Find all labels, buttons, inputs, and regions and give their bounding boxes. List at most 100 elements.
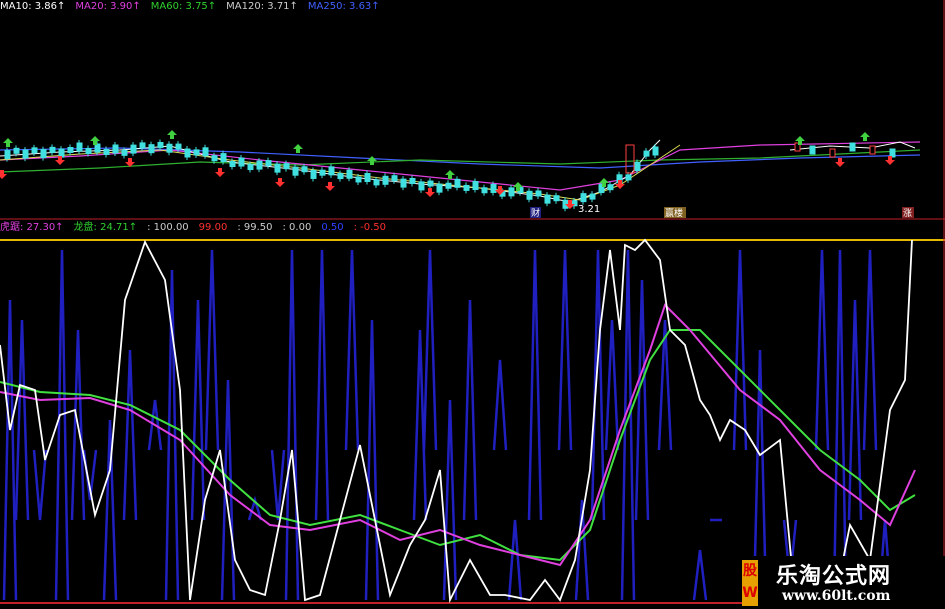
price-moving-averages — [0, 139, 921, 203]
candle-body — [553, 195, 560, 202]
candle-body — [13, 147, 20, 154]
blue-spike — [862, 249, 878, 451]
blue-spike — [732, 249, 748, 451]
candle-body — [238, 157, 245, 167]
candle-body — [526, 190, 533, 200]
candle-body — [829, 148, 836, 158]
blue-spike — [634, 279, 650, 521]
candle-body — [58, 148, 65, 158]
candle-body — [436, 183, 443, 193]
blue-spike — [364, 319, 380, 601]
candle-body — [382, 175, 389, 185]
candle-body — [310, 169, 317, 179]
blue-spike — [220, 379, 236, 601]
candle-body — [148, 144, 155, 154]
candle-body — [256, 160, 263, 170]
candle-body — [391, 175, 398, 182]
low-price-label: 3.21 — [578, 204, 600, 215]
down-arrow-icon — [325, 182, 335, 191]
candle-body — [355, 176, 362, 183]
candle-body — [589, 193, 596, 200]
up-arrow-icon — [367, 156, 377, 165]
candle-body — [265, 160, 272, 167]
blue-spike — [54, 249, 70, 601]
candle-body — [508, 187, 515, 197]
stock-chart[interactable]: 3.21 财 赢楼 涨 — [0, 0, 945, 609]
blue-spike — [284, 249, 300, 601]
blue-spike — [814, 249, 830, 451]
candle-body — [364, 173, 371, 182]
candle-body — [418, 181, 425, 191]
blue-spike — [492, 359, 508, 451]
candle-body — [211, 155, 218, 162]
candle-body — [454, 178, 461, 188]
candle-body — [31, 147, 38, 154]
blue-spike — [190, 299, 206, 521]
candle-body — [607, 184, 614, 191]
candle-body — [121, 149, 128, 156]
down-arrow-icon — [215, 168, 225, 177]
candle-body — [130, 144, 137, 154]
candle-body — [409, 178, 416, 184]
blue-spike — [590, 249, 606, 521]
marker-zhang: 涨 — [903, 208, 912, 219]
candle-body — [202, 147, 209, 157]
marker-ying: 赢楼 — [665, 207, 683, 219]
candle-body — [373, 179, 380, 186]
candle-body — [49, 146, 56, 153]
down-arrow-icon — [275, 178, 285, 187]
candle-body — [85, 148, 92, 154]
candle-body — [809, 145, 816, 155]
up-arrow-icon — [445, 170, 455, 179]
blue-spike — [847, 299, 863, 521]
candle-body — [427, 180, 434, 187]
blue-spike — [832, 249, 848, 601]
watermark-title: 乐淘公式网 — [776, 564, 892, 589]
blue-spike — [507, 519, 523, 601]
candle-body — [157, 141, 164, 148]
blue-spike — [2, 299, 18, 601]
blue-spike — [557, 249, 573, 451]
candle-body — [229, 161, 236, 167]
blue-spike — [314, 249, 330, 521]
blue-spike — [527, 249, 543, 521]
candle-body — [22, 149, 29, 159]
candle-body — [625, 144, 635, 174]
candle-body — [292, 166, 299, 176]
down-arrow-icon — [425, 188, 435, 197]
candle-body — [337, 173, 344, 180]
down-arrow-icon — [835, 158, 845, 167]
candle-body — [247, 164, 254, 171]
candle-body — [40, 149, 47, 159]
candle-body — [112, 144, 119, 154]
up-arrow-icon — [167, 130, 177, 139]
blue-spike — [344, 249, 360, 451]
indicator-legend: 虎踞: 27.30↑ 龙盘: 24.71↑: 100.00 99.00: 99.50… — [0, 221, 396, 235]
candle-body — [652, 146, 659, 156]
candle-body — [889, 148, 896, 158]
candle-body — [625, 174, 632, 181]
blue-spike — [620, 249, 636, 601]
blue-spike — [32, 449, 48, 521]
candle-body — [76, 142, 83, 152]
candle-body — [445, 182, 452, 189]
candle-body — [580, 193, 587, 203]
candle-body — [220, 153, 227, 163]
candle-body — [400, 178, 407, 188]
candle-body — [643, 150, 650, 157]
blue-spike — [604, 319, 620, 451]
mid_legend-item: 虎踞: 27.30↑ — [0, 222, 64, 233]
candle-body — [849, 142, 856, 152]
candle-body — [94, 143, 101, 153]
candle-body — [139, 142, 146, 149]
up-arrow-icon — [3, 138, 13, 147]
mid_legend-item: 龙盘: 24.71↑ — [73, 222, 138, 233]
indicator-magenta-line — [0, 303, 916, 567]
watermark-badge: 股W — [742, 560, 758, 606]
candle-body — [283, 163, 290, 170]
blue-spike — [122, 349, 138, 521]
marker-cai: 财 — [531, 207, 540, 219]
candle-body — [274, 163, 281, 173]
candle-body — [193, 149, 200, 156]
watermark: 股W 乐淘公式网 www.60lt.com — [742, 556, 945, 609]
